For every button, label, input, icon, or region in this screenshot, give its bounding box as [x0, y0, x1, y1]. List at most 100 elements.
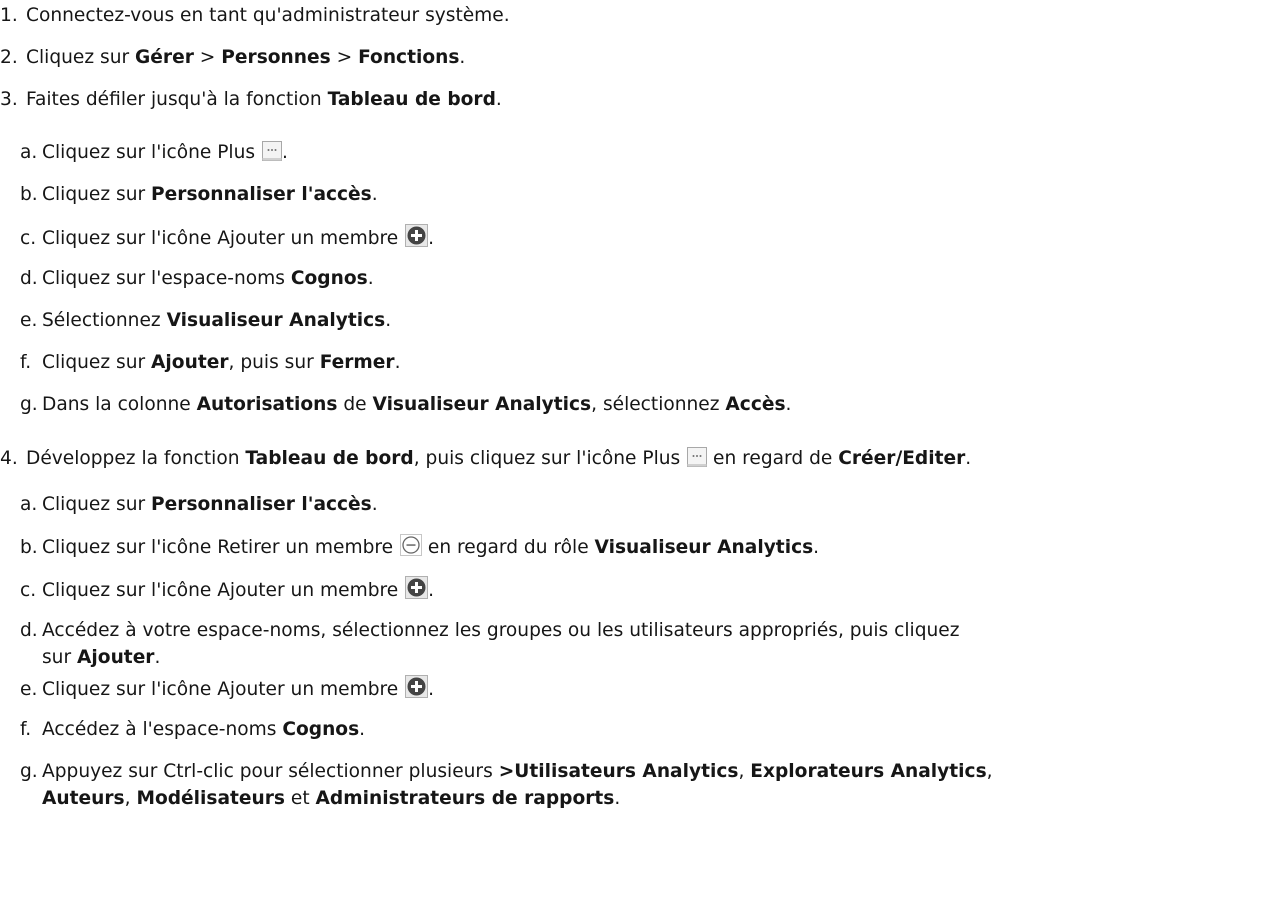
text-run: .: [495, 89, 502, 110]
text-run: , sélectionnez: [591, 394, 726, 415]
step-text: Cliquez sur l'icône Plus .: [42, 141, 288, 163]
bold-term: Gérer: [135, 47, 194, 68]
bold-term: Accès: [725, 394, 786, 415]
text-run: .: [965, 448, 972, 469]
text-run: .: [459, 47, 466, 68]
step-3: 3. Faites défiler jusqu'à la fonction Tab…: [0, 87, 502, 113]
add-member-icon: [405, 675, 429, 698]
substep-a: a. Cliquez sur Personnaliser l'accès.: [20, 492, 378, 518]
bold-term: Tableau de bord: [327, 89, 496, 110]
substep-e: e. Sélectionnez Visualiseur Analytics.: [20, 308, 391, 334]
text-run: Accédez à votre espace-noms, sélectionne…: [42, 620, 960, 641]
bold-term: Visualiseur Analytics: [166, 310, 386, 331]
bold-term: Cognos: [282, 719, 360, 740]
text-run: Cliquez sur: [42, 184, 152, 205]
text-run: .: [785, 394, 792, 415]
text-run: .: [614, 788, 621, 809]
substep-continuation: Auteurs, Modélisateurs et Administrateur…: [42, 786, 620, 812]
substep-b: b. Cliquez sur Personnaliser l'accès.: [20, 182, 378, 208]
instructions-page: 1. Connectez-vous en tant qu'administrate…: [0, 0, 1266, 911]
text-run: en regard du rôle: [421, 537, 595, 558]
more-icon: [261, 141, 282, 161]
step-1: 1. Connectez-vous en tant qu'administrate…: [0, 3, 510, 29]
text-run: , puis cliquez sur l'icône Plus: [413, 448, 687, 469]
step-text: Développez la fonction Tableau de bord, …: [26, 447, 972, 469]
step-number: d.: [20, 268, 38, 289]
step-number: 4.: [0, 448, 18, 469]
text-run: .: [367, 268, 374, 289]
text-run: .: [394, 352, 401, 373]
step-number: d.: [20, 620, 38, 641]
step-number: e.: [20, 679, 38, 700]
text-run: .: [385, 310, 392, 331]
text-run: .: [428, 228, 435, 249]
step-number: b.: [20, 537, 38, 558]
remove-member-icon: [399, 534, 422, 556]
step-text: Cliquez sur l'icône Retirer un membre en…: [42, 534, 820, 558]
text-run: Sélectionnez: [42, 310, 167, 331]
step-number: g.: [20, 761, 38, 782]
text-run: Cliquez sur l'espace-noms: [42, 268, 291, 289]
substep-d: d. Accédez à votre espace-noms, sélection…: [20, 618, 960, 644]
text-run: Cliquez sur: [42, 352, 152, 373]
bold-term: Explorateurs Analytics: [750, 761, 987, 782]
step-4: 4. Développez la fonction Tableau de bord…: [0, 446, 971, 472]
text-run: Cliquez sur l'icône Ajouter un membre: [42, 679, 405, 700]
substep-c: c. Cliquez sur l'icône Ajouter un membre …: [20, 224, 434, 252]
text-run: .: [428, 580, 435, 601]
substep-b: b. Cliquez sur l'icône Retirer un membre …: [20, 534, 819, 561]
substep-e: e. Cliquez sur l'icône Ajouter un membre …: [20, 675, 434, 703]
substep-a: a. Cliquez sur l'icône Plus .: [20, 140, 288, 166]
substep-g: g. Appuyez sur Ctrl-clic pour sélectionne…: [20, 759, 993, 785]
bold-term: >Utilisateurs Analytics: [498, 761, 739, 782]
step-text: Appuyez sur Ctrl-clic pour sélectionner …: [42, 761, 993, 782]
bold-term: Personnes: [221, 47, 331, 68]
step-number: g.: [20, 394, 38, 415]
step-number: 1.: [0, 5, 18, 26]
text-run: sur: [42, 647, 78, 668]
text-run: Dans la colonne: [42, 394, 197, 415]
step-text: sur Ajouter.: [42, 647, 160, 668]
text-run: Cliquez sur: [26, 47, 136, 68]
text-run: Cliquez sur l'icône Ajouter un membre: [42, 228, 405, 249]
step-number: a.: [20, 142, 38, 163]
text-run: Accédez à l'espace-noms: [42, 719, 283, 740]
bold-term: Personnaliser l'accès: [151, 494, 372, 515]
text-run: .: [281, 142, 288, 163]
step-text: Sélectionnez Visualiseur Analytics.: [42, 310, 391, 331]
text-run: ,: [738, 761, 751, 782]
add-member-icon: [405, 224, 429, 247]
bold-term: Visualiseur Analytics: [594, 537, 814, 558]
text-run: .: [371, 494, 378, 515]
bold-term: Autorisations: [196, 394, 338, 415]
text-run: et: [284, 788, 316, 809]
text-run: en regard de: [707, 448, 839, 469]
text-run: .: [154, 647, 161, 668]
text-run: de: [337, 394, 373, 415]
substep-f: f. Cliquez sur Ajouter, puis sur Fermer.: [20, 350, 401, 376]
step-number: b.: [20, 184, 38, 205]
step-text: Accédez à votre espace-noms, sélectionne…: [42, 620, 960, 641]
bold-term: Ajouter: [151, 352, 229, 373]
text-run: Cliquez sur: [42, 494, 152, 515]
text-run: .: [359, 719, 366, 740]
bold-term: Ajouter: [77, 647, 155, 668]
text-run: >: [193, 47, 222, 68]
bold-term: Auteurs: [42, 788, 125, 809]
step-text: Faites défiler jusqu'à la fonction Table…: [26, 89, 502, 110]
text-run: .: [813, 537, 820, 558]
bold-term: Personnaliser l'accès: [151, 184, 372, 205]
substep-f: f. Accédez à l'espace-noms Cognos.: [20, 717, 365, 743]
bold-term: Modélisateurs: [136, 788, 285, 809]
more-icon: [687, 447, 708, 467]
bold-term: Fermer: [319, 352, 395, 373]
step-text: Cliquez sur l'icône Ajouter un membre .: [42, 576, 435, 601]
step-text: Cliquez sur l'icône Ajouter un membre .: [42, 224, 435, 249]
step-number: c.: [20, 580, 37, 601]
text-run: Cliquez sur l'icône Plus: [42, 142, 261, 163]
step-number: f.: [20, 352, 32, 373]
text-run: .: [428, 679, 435, 700]
bold-term: Visualiseur Analytics: [372, 394, 592, 415]
step-text: Cliquez sur Gérer > Personnes > Fonction…: [26, 47, 465, 68]
text-run: Appuyez sur Ctrl-clic pour sélectionner …: [42, 761, 499, 782]
